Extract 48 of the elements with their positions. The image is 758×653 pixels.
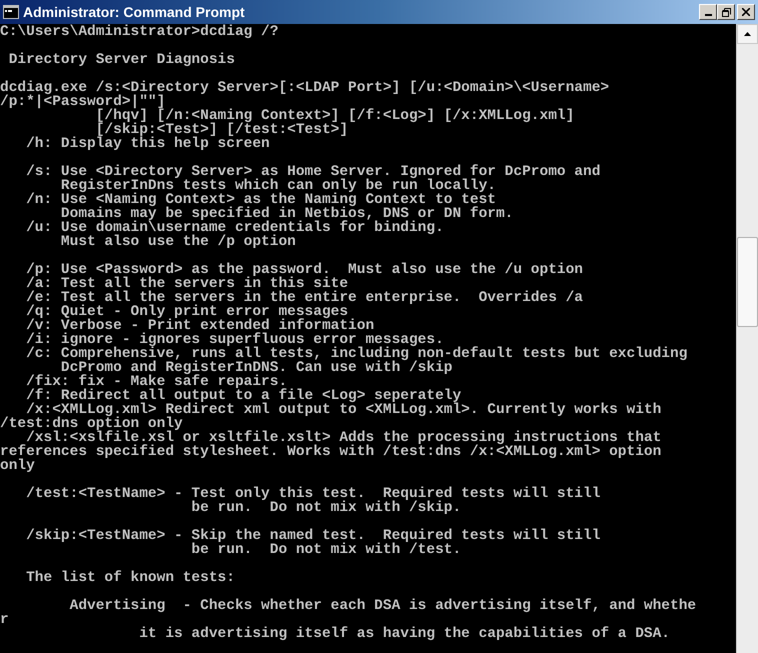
console-icon bbox=[3, 5, 19, 19]
console-line: be run. Do not mix with /skip. bbox=[190, 501, 462, 515]
console-line: /a: Test all the servers in this site bbox=[25, 277, 348, 291]
console-line: /test:<TestName> - Test only this test. Required tests will still bbox=[25, 487, 600, 501]
restore-button[interactable] bbox=[717, 4, 735, 20]
console-line: [/hqv] [/n:<Naming Context>] [/f:<Log>] [/x:XMLLog.xml] bbox=[96, 109, 574, 123]
console-line: /xsl:<xslfile.xsl or xsltfile.xslt> Adds the processing instructions that bbox=[26, 431, 662, 445]
scroll-up-button[interactable] bbox=[737, 24, 758, 44]
console-line: C:\Users\Administrator>dcdiag /? bbox=[0, 25, 278, 39]
console-line: /e: Test all the servers in the entire enterprise. Overrides /a bbox=[25, 291, 583, 305]
scrollbar[interactable] bbox=[736, 24, 758, 653]
console-line: references specified stylesheet. Works with /test:dns /x:<XMLLog.xml> option bbox=[0, 445, 662, 459]
console-line: Directory Server Diagnosis bbox=[8, 53, 235, 67]
console-line: /v: Verbose - Print extended information bbox=[25, 319, 374, 333]
console-line: /c: Comprehensive, runs all tests, including non-default tests but excluding bbox=[25, 347, 688, 361]
console-line: /q: Quiet - Only print error messages bbox=[25, 305, 348, 319]
minimize-button[interactable] bbox=[699, 4, 717, 20]
restore-icon bbox=[722, 8, 730, 16]
window-title: Administrator: Command Prompt bbox=[23, 2, 245, 22]
console-line: /fix: fix - Make safe repairs. bbox=[25, 375, 288, 389]
console-line: dcdiag.exe /s:<Directory Server>[:<LDAP Port>] [/u:<Domain>\<Username> bbox=[0, 81, 610, 95]
scroll-thumb[interactable] bbox=[737, 237, 758, 327]
console-line: only bbox=[0, 459, 35, 473]
console-line: /h: Display this help screen bbox=[25, 137, 270, 151]
console-line: Must also use the /p option bbox=[60, 235, 296, 249]
minimize-icon bbox=[704, 14, 712, 16]
close-icon bbox=[742, 8, 750, 16]
console-line: /p: Use <Password> as the password. Must also use the /u option bbox=[25, 263, 583, 277]
console-line: [/skip:<Test>] [/test:<Test>] bbox=[96, 123, 348, 137]
console-line: Advertising - Checks whether each DSA is advertising itself, and whethe bbox=[68, 599, 696, 613]
console-line: The list of known tests: bbox=[25, 571, 235, 585]
console-line: /u: Use domain\username credentials for binding. bbox=[25, 221, 444, 235]
console-line: /test:dns option only bbox=[0, 417, 183, 431]
console-line: /i: ignore - ignores superfluous error messages. bbox=[25, 333, 444, 347]
console-line: be run. Do not mix with /test. bbox=[190, 543, 462, 557]
console-line: Domains may be specified in Netbios, DNS or DN form. bbox=[60, 207, 514, 221]
console-line: /p:*|<Password>|""] bbox=[0, 95, 166, 109]
console-line: DcPromo and RegisterInDNS. Can use with /skip bbox=[60, 361, 452, 375]
close-button[interactable] bbox=[737, 4, 755, 20]
console-line: /n: Use <Naming Context> as the Naming Context to test bbox=[25, 193, 496, 207]
console-line: /skip:<TestName> - Skip the named test. Required tests will still bbox=[25, 529, 600, 543]
console-line: /s: Use <Directory Server> as Home Server. Ignored for DcPromo and bbox=[25, 165, 600, 179]
up-arrow-icon bbox=[744, 32, 751, 36]
console-line: r bbox=[0, 613, 9, 627]
console-line: /f: Redirect all output to a file <Log> seperately bbox=[25, 389, 462, 403]
console-line: /x:<XMLLog.xml> Redirect xml output to <XMLLog.xml>. Currently works with bbox=[26, 403, 662, 417]
console-line: RegisterInDns tests which can only be run locally. bbox=[60, 179, 496, 193]
console-line: it is advertising itself as having the capabilities of a DSA. bbox=[138, 627, 670, 641]
